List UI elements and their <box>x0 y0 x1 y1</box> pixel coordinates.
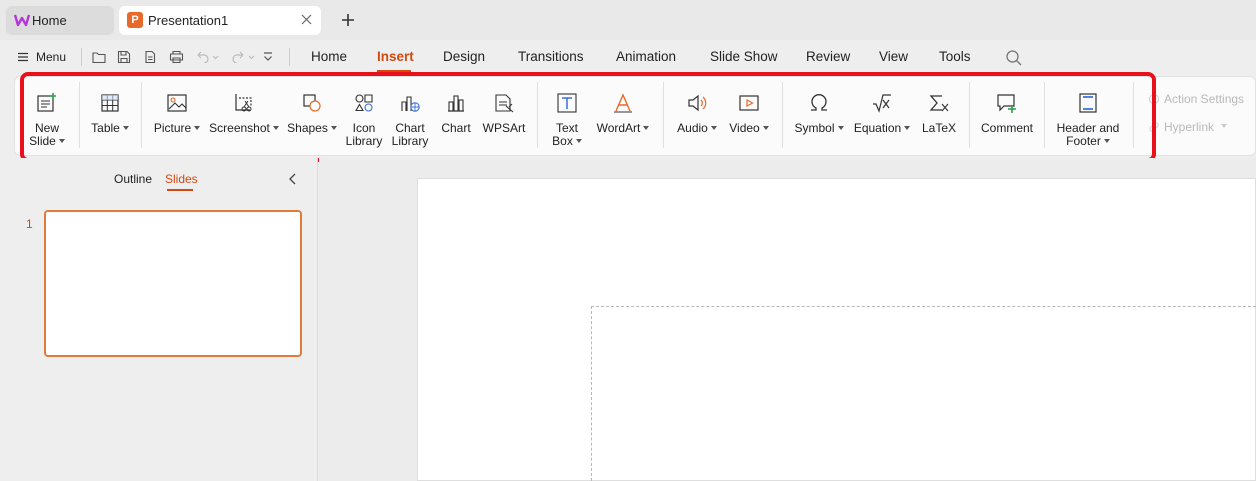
hyperlink-label: Hyperlink <box>1164 120 1215 134</box>
chevron-down-icon <box>1221 124 1228 128</box>
highlight-box <box>20 72 1156 162</box>
redo-icon[interactable] <box>229 47 259 67</box>
tab-slide-show[interactable]: Slide Show <box>710 49 778 64</box>
customize-toolbar-icon[interactable] <box>257 47 279 67</box>
tab-view[interactable]: View <box>879 49 908 64</box>
action-settings-label: Action Settings <box>1164 92 1245 106</box>
menu-button[interactable]: Menu <box>18 49 66 65</box>
menu-label: Menu <box>36 50 67 64</box>
home-tab-label: Home <box>32 13 67 28</box>
wps-logo-icon <box>14 13 30 27</box>
tab-outline[interactable]: Outline <box>114 172 152 186</box>
save-icon[interactable] <box>113 47 135 67</box>
active-tab-indicator <box>167 189 193 191</box>
presentation-logo-icon: P <box>127 12 143 28</box>
hamburger-icon <box>18 52 28 62</box>
tab-design[interactable]: Design <box>443 49 485 64</box>
document-tab[interactable]: P Presentation1 <box>119 6 321 35</box>
tab-home[interactable]: Home <box>311 49 347 64</box>
open-folder-icon[interactable] <box>88 47 110 67</box>
slide-thumbnail[interactable] <box>44 210 302 357</box>
tab-transitions[interactable]: Transitions <box>518 49 584 64</box>
text-placeholder[interactable] <box>591 306 1256 481</box>
print-icon[interactable] <box>165 47 187 67</box>
tab-review[interactable]: Review <box>806 49 850 64</box>
collapse-panel-icon[interactable] <box>288 173 298 185</box>
action-settings-button[interactable]: Action Settings <box>1148 92 1244 106</box>
separator <box>289 48 290 66</box>
close-icon[interactable] <box>301 14 312 25</box>
separator <box>81 48 82 66</box>
tab-animation[interactable]: Animation <box>616 49 676 64</box>
document-tab-label: Presentation1 <box>148 13 229 28</box>
tab-insert[interactable]: Insert <box>377 49 414 64</box>
search-icon[interactable] <box>1005 49 1023 67</box>
undo-icon[interactable] <box>192 47 222 67</box>
new-tab-button[interactable] <box>338 10 358 30</box>
slide-number: 1 <box>26 217 33 231</box>
home-tab[interactable]: Home <box>6 6 114 35</box>
tab-tools[interactable]: Tools <box>939 49 971 64</box>
hyperlink-button[interactable]: Hyperlink <box>1148 120 1228 134</box>
tab-slides[interactable]: Slides <box>165 172 198 186</box>
export-pdf-icon[interactable] <box>139 47 161 67</box>
